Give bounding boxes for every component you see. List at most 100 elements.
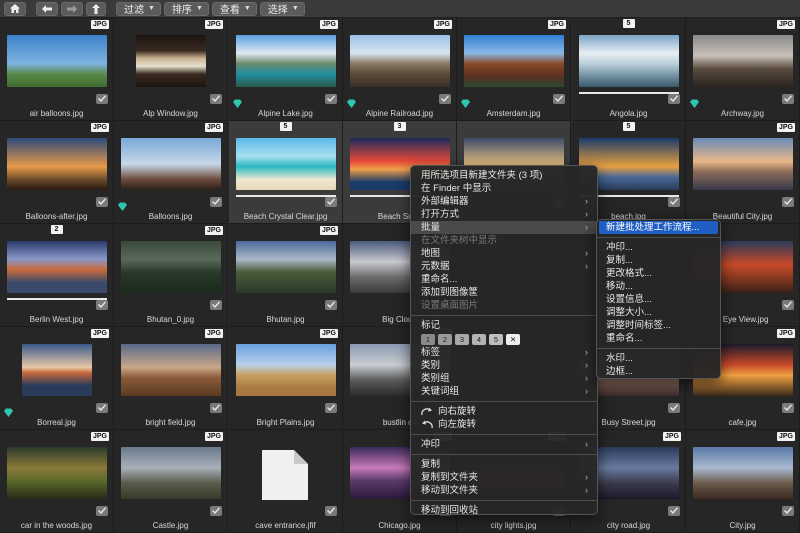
menu-item-tags[interactable]: 标签 › bbox=[411, 346, 597, 359]
label-clear-button[interactable]: ✕ bbox=[506, 333, 520, 345]
file-name-label: Castle.jpg bbox=[152, 521, 189, 530]
checkbox[interactable] bbox=[96, 197, 108, 207]
menu-separator bbox=[411, 315, 597, 316]
checkbox[interactable] bbox=[210, 300, 222, 310]
submenu-item-resize[interactable]: 调整大小... bbox=[597, 306, 720, 319]
submenu-item-new-batch-workflow[interactable]: 新建批处理工作流程... bbox=[599, 221, 718, 234]
menu-item-open-with[interactable]: 打开方式 › bbox=[411, 208, 597, 221]
up-button[interactable] bbox=[86, 1, 106, 16]
home-button[interactable] bbox=[4, 1, 26, 16]
thumbnail-cell[interactable]: JPG Beautiful City.jpg bbox=[686, 121, 800, 224]
checkbox[interactable] bbox=[668, 506, 680, 516]
forward-button[interactable] bbox=[61, 1, 83, 16]
checkbox[interactable] bbox=[325, 197, 337, 207]
thumbnail-cell[interactable]: JPG Balloons.jpg bbox=[114, 121, 228, 224]
menu-item-label: 用所选项目新建文件夹 (3 项) bbox=[421, 170, 543, 181]
checkbox[interactable] bbox=[668, 94, 680, 104]
back-button[interactable] bbox=[36, 1, 58, 16]
menu-item-batch[interactable]: 批量 › bbox=[411, 221, 597, 234]
checkbox[interactable] bbox=[325, 300, 337, 310]
thumbnail-cell[interactable]: JPG City.jpg bbox=[686, 430, 800, 533]
thumbnail-cell[interactable]: JPG Balloons-after.jpg bbox=[0, 121, 114, 224]
label-swatch-1[interactable]: 1 bbox=[421, 333, 435, 345]
checkbox[interactable] bbox=[210, 403, 222, 413]
thumbnail-cell[interactable]: JPG Bhutan.jpg bbox=[229, 224, 343, 327]
checkbox[interactable] bbox=[325, 94, 337, 104]
checkbox[interactable] bbox=[782, 197, 794, 207]
thumbnail-cell[interactable]: JPG bright field.jpg bbox=[114, 327, 228, 430]
checkbox[interactable] bbox=[668, 403, 680, 413]
checkbox[interactable] bbox=[553, 94, 565, 104]
menu-item-keyword-group[interactable]: 关键词组 › bbox=[411, 385, 597, 398]
checkbox[interactable] bbox=[96, 94, 108, 104]
menu-item-move-to-trash[interactable]: 移动到回收站 bbox=[411, 504, 597, 517]
thumbnail-cell[interactable]: JPG car in the woods.jpg bbox=[0, 430, 114, 533]
label-swatch-4[interactable]: 4 bbox=[472, 333, 486, 345]
thumbnail-cell[interactable]: JPG Bhutan_0.jpg bbox=[114, 224, 228, 327]
checkbox[interactable] bbox=[96, 403, 108, 413]
thumbnail-cell[interactable]: JPG Alpine Lake.jpg bbox=[229, 18, 343, 121]
thumbnail-cell[interactable]: JPG Castle.jpg bbox=[114, 430, 228, 533]
label-swatch-3[interactable]: 3 bbox=[455, 333, 469, 345]
thumbnail-image bbox=[693, 35, 793, 87]
thumbnail-cell[interactable]: JPG Bright Plains.jpg bbox=[229, 327, 343, 430]
menu-item-external-editor[interactable]: 外部编辑器 › bbox=[411, 195, 597, 208]
checkbox[interactable] bbox=[439, 94, 451, 104]
menu-item-map[interactable]: 地图 › bbox=[411, 247, 597, 260]
checkbox[interactable] bbox=[210, 94, 222, 104]
forward-arrow-icon bbox=[67, 4, 77, 13]
checkbox[interactable] bbox=[668, 197, 680, 207]
menu-item-new-folder[interactable]: 用所选项目新建文件夹 (3 项) bbox=[411, 169, 597, 182]
checkbox[interactable] bbox=[96, 300, 108, 310]
menu-item-copy-to-folder[interactable]: 复制到文件夹 › bbox=[411, 471, 597, 484]
select-menu-button[interactable]: 选择 ▼ bbox=[259, 1, 305, 16]
checkbox[interactable] bbox=[210, 506, 222, 516]
menu-item-print[interactable]: 冲印 › bbox=[411, 438, 597, 451]
thumbnail-cell[interactable]: JPG Amsterdam.jpg bbox=[457, 18, 571, 121]
checkbox[interactable] bbox=[782, 300, 794, 310]
menu-item-rotate-right[interactable]: 向右旋转 bbox=[411, 405, 597, 418]
submenu-item-set-info[interactable]: 设置信息... bbox=[597, 293, 720, 306]
filter-menu-button[interactable]: 过滤 ▼ bbox=[116, 1, 161, 16]
thumbnail-cell[interactable]: JPG air balloons.jpg bbox=[0, 18, 114, 121]
menu-item-show-in-finder[interactable]: 在 Finder 中显示 bbox=[411, 182, 597, 195]
thumbnail-cell[interactable]: JPG Alpine Railroad.jpg bbox=[343, 18, 457, 121]
submenu-item-copy[interactable]: 复制... bbox=[597, 254, 720, 267]
label-swatch-5[interactable]: 5 bbox=[489, 333, 503, 345]
checkbox[interactable] bbox=[210, 197, 222, 207]
menu-item-move-to-folder[interactable]: 移动到文件夹 › bbox=[411, 484, 597, 497]
checkbox[interactable] bbox=[96, 506, 108, 516]
thumbnail-cell[interactable]: JPG Archway.jpg bbox=[686, 18, 800, 121]
checkbox[interactable] bbox=[325, 403, 337, 413]
checkbox[interactable] bbox=[782, 506, 794, 516]
thumbnail-cell[interactable]: JPG Borreal.jpg bbox=[0, 327, 114, 430]
menu-item-rotate-left[interactable]: 向左旋转 bbox=[411, 418, 597, 431]
thumbnail-cell[interactable]: JPG Alp Window.jpg bbox=[114, 18, 228, 121]
menu-item-category-group[interactable]: 类别组 › bbox=[411, 372, 597, 385]
menu-item-label: 重命名... bbox=[421, 274, 458, 285]
submenu-item-border[interactable]: 边框... bbox=[597, 365, 720, 378]
label-swatch-2[interactable]: 2 bbox=[438, 333, 452, 345]
thumbnail-cell[interactable]: cave entrance.jfif bbox=[229, 430, 343, 533]
view-menu-button[interactable]: 查看 ▼ bbox=[211, 1, 257, 16]
thumbnail-cell[interactable]: 5 Beach Crystal Clear.jpg bbox=[229, 121, 343, 224]
filter-label: 过滤 bbox=[124, 5, 144, 16]
submenu-item-adjust-time[interactable]: 调整时间标签... bbox=[597, 319, 720, 332]
thumbnail-cell[interactable]: 2 Berlin West.jpg bbox=[0, 224, 114, 327]
menu-item-copy[interactable]: 复制 bbox=[411, 458, 597, 471]
checkbox[interactable] bbox=[782, 403, 794, 413]
submenu-item-watermark[interactable]: 水印... bbox=[597, 352, 720, 365]
menu-item-add-to-basket[interactable]: 添加到图像筐 bbox=[411, 286, 597, 299]
submenu-item-rename[interactable]: 重命名... bbox=[597, 332, 720, 345]
checkbox[interactable] bbox=[325, 506, 337, 516]
menu-item-category[interactable]: 类别 › bbox=[411, 359, 597, 372]
menu-item-metadata[interactable]: 元数据 › bbox=[411, 260, 597, 273]
submenu-item-move[interactable]: 移动... bbox=[597, 280, 720, 293]
submenu-item-print[interactable]: 冲印... bbox=[597, 241, 720, 254]
sort-menu-button[interactable]: 排序 ▼ bbox=[163, 1, 209, 16]
submenu-item-change-format[interactable]: 更改格式... bbox=[597, 267, 720, 280]
menu-item-rename[interactable]: 重命名... bbox=[411, 273, 597, 286]
thumbnail-cell[interactable]: 5 Angola.jpg bbox=[572, 18, 686, 121]
file-type-badge: JPG bbox=[662, 432, 681, 441]
checkbox[interactable] bbox=[782, 94, 794, 104]
